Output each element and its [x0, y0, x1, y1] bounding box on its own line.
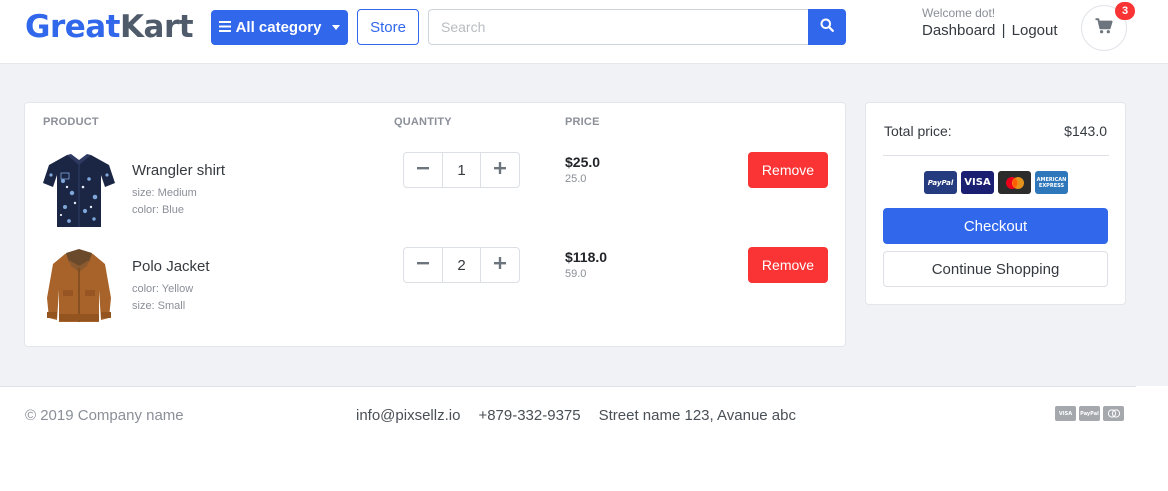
plus-icon — [494, 161, 506, 179]
dashboard-link[interactable]: Dashboard — [922, 22, 995, 39]
plus-icon — [494, 256, 506, 274]
cart-count-badge: 3 — [1115, 2, 1135, 20]
contact-info: info@pixsellz.io +879-332-9375 Street na… — [356, 407, 796, 424]
minus-icon — [417, 161, 429, 179]
remove-item-button[interactable]: Remove — [748, 247, 828, 283]
brand-logo-part1: Great — [25, 9, 121, 45]
column-header-price: PRICE — [565, 116, 600, 128]
mastercard-icon — [1103, 406, 1124, 421]
all-category-label: All category — [235, 19, 322, 36]
quantity-value[interactable]: 2 — [443, 248, 480, 282]
brand-logo-part2: Kart — [120, 9, 194, 45]
link-separator: | — [1001, 22, 1006, 39]
product-size: size: Small — [132, 300, 186, 312]
copyright-text: © 2019 Company name — [25, 407, 184, 424]
paypal-icon: PayPal — [1079, 406, 1100, 421]
search-button[interactable] — [808, 9, 846, 45]
menu-icon — [218, 19, 231, 36]
cart-item-row: Wrangler shirt size: Medium color: Blue … — [25, 151, 845, 241]
store-button[interactable]: Store — [357, 9, 419, 45]
page-footer: © 2019 Company name info@pixsellz.io +87… — [0, 386, 1168, 491]
shopping-cart-icon — [1095, 17, 1113, 39]
amex-icon: AMERICAN EXPRESS — [1035, 171, 1068, 194]
quantity-stepper: 2 — [403, 247, 520, 283]
checkout-button[interactable]: Checkout — [883, 208, 1108, 244]
decrease-quantity-button[interactable] — [404, 153, 443, 187]
visa-icon: VISA — [1055, 406, 1076, 421]
jacket-thumbnail[interactable] — [39, 246, 119, 326]
top-header: GreatKart All category Store Welcome dot… — [0, 0, 1168, 64]
payment-methods: PayPal VISA AMERICAN EXPRESS — [924, 171, 1068, 194]
contact-address: Street name 123, Avanue abc — [598, 407, 796, 424]
main-content: PRODUCT QUANTITY PRICE Wrangler shirt si… — [0, 64, 1168, 386]
decrease-quantity-button[interactable] — [404, 248, 443, 282]
minus-icon — [417, 256, 429, 274]
item-total-price: $118.0 — [565, 249, 608, 265]
contact-phone[interactable]: +879-332-9375 — [478, 407, 580, 424]
brand-logo[interactable]: GreatKart — [25, 8, 194, 46]
quantity-value[interactable]: 1 — [443, 153, 480, 187]
order-summary-card: Total price: $143.0 PayPal VISA AMERICAN… — [865, 102, 1126, 305]
total-price-value: $143.0 — [1064, 123, 1107, 139]
item-unit-price: 59.0 — [565, 268, 587, 280]
product-name[interactable]: Wrangler shirt — [132, 162, 225, 179]
quantity-stepper: 1 — [403, 152, 520, 188]
caret-down-icon — [332, 25, 341, 30]
increase-quantity-button[interactable] — [480, 248, 519, 282]
product-color: color: Yellow — [132, 283, 194, 295]
increase-quantity-button[interactable] — [480, 153, 519, 187]
total-price-label: Total price: — [884, 123, 952, 139]
search-input[interactable] — [428, 9, 808, 45]
column-header-product: PRODUCT — [43, 116, 99, 128]
continue-shopping-button[interactable]: Continue Shopping — [883, 251, 1108, 287]
contact-email[interactable]: info@pixsellz.io — [356, 407, 460, 424]
search-icon — [820, 18, 834, 37]
footer-payment-icons: VISA PayPal — [1055, 406, 1124, 421]
summary-divider — [883, 155, 1109, 156]
column-header-quantity: QUANTITY — [394, 116, 452, 128]
logout-link[interactable]: Logout — [1012, 22, 1058, 39]
all-category-dropdown-button[interactable]: All category — [211, 10, 348, 45]
product-size: size: Medium — [132, 187, 197, 199]
item-unit-price: 25.0 — [565, 173, 587, 185]
mastercard-icon — [998, 171, 1031, 194]
visa-icon: VISA — [961, 171, 994, 194]
product-name[interactable]: Polo Jacket — [132, 258, 210, 275]
footer-divider — [0, 386, 1136, 387]
paypal-icon: PayPal — [924, 171, 957, 194]
account-links: Dashboard | Logout — [922, 22, 1058, 39]
cart-item-row: Polo Jacket color: Yellow size: Small 2 … — [25, 246, 845, 336]
shirt-thumbnail[interactable] — [39, 151, 119, 231]
welcome-text: Welcome dot! — [922, 6, 996, 20]
product-color: color: Blue — [132, 204, 184, 216]
cart-table-card: PRODUCT QUANTITY PRICE Wrangler shirt si… — [24, 102, 846, 347]
item-total-price: $25.0 — [565, 154, 601, 170]
remove-item-button[interactable]: Remove — [748, 152, 828, 188]
